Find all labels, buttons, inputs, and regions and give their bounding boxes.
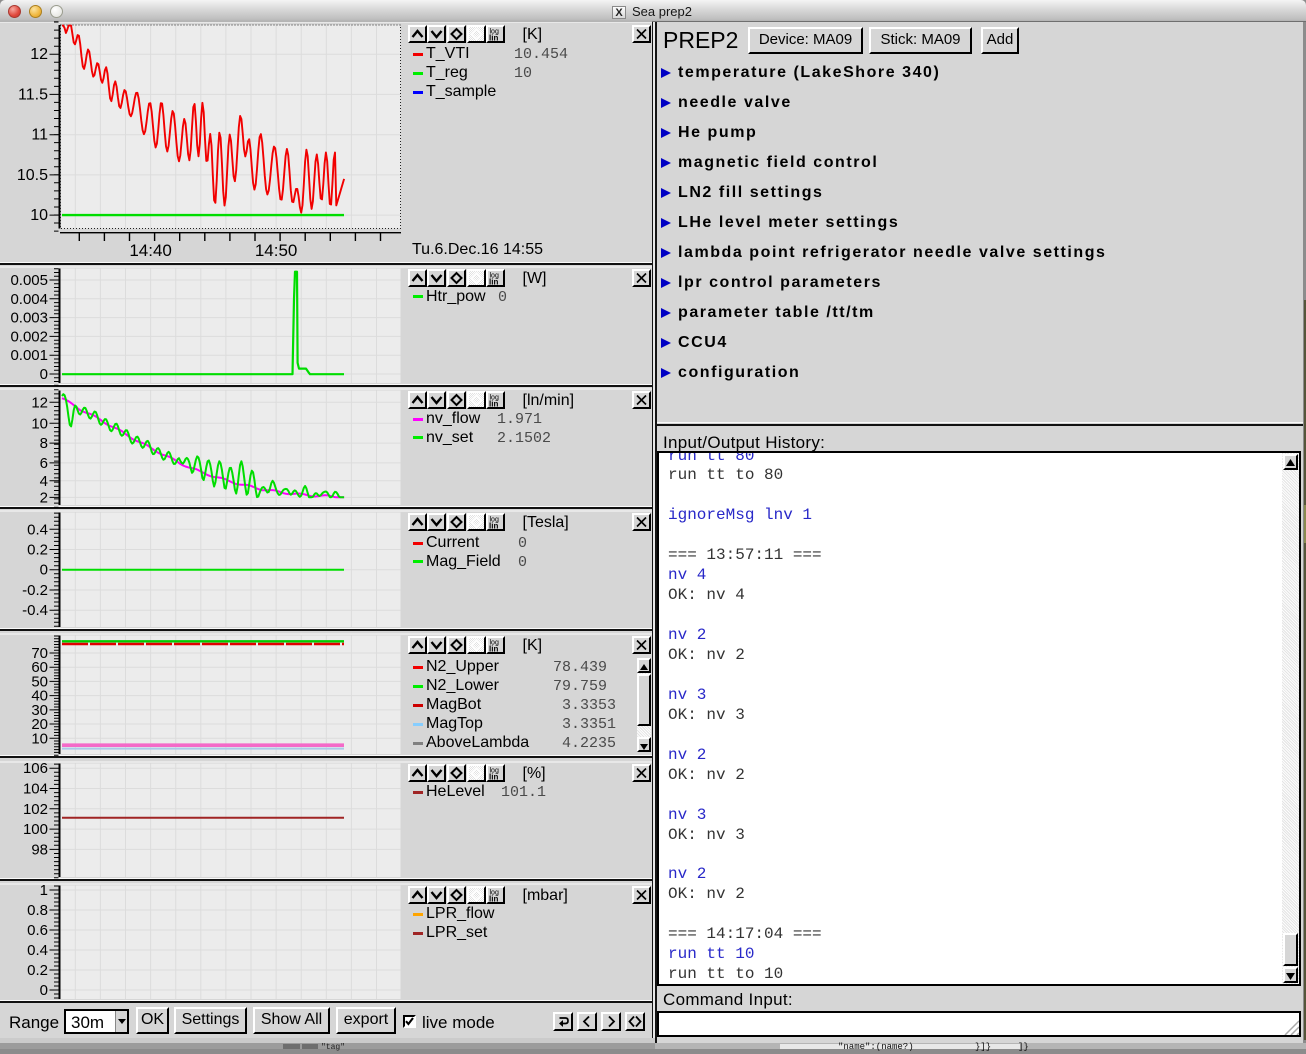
svg-text:4: 4 xyxy=(40,473,48,490)
svg-text:102: 102 xyxy=(23,801,48,818)
svg-text:Tu.6.Dec.16 14:55: Tu.6.Dec.16 14:55 xyxy=(412,241,543,258)
svg-text:-0.2: -0.2 xyxy=(22,582,48,599)
svg-text:0.004: 0.004 xyxy=(10,291,48,308)
svg-text:8: 8 xyxy=(40,435,48,452)
svg-text:0.2: 0.2 xyxy=(27,542,48,559)
svg-text:10: 10 xyxy=(31,415,48,432)
svg-text:100: 100 xyxy=(23,821,48,838)
svg-text:14:40: 14:40 xyxy=(129,241,172,260)
svg-text:lin: lin xyxy=(489,278,498,286)
svg-text:lin: lin xyxy=(489,522,498,530)
svg-text:-0.4: -0.4 xyxy=(22,602,48,619)
svg-text:lin: lin xyxy=(489,895,498,903)
svg-text:12: 12 xyxy=(31,394,48,411)
svg-text:10.5: 10.5 xyxy=(17,167,48,184)
svg-text:lin: lin xyxy=(489,34,498,42)
svg-text:12: 12 xyxy=(30,46,48,63)
svg-text:1: 1 xyxy=(40,882,48,899)
svg-text:0.2: 0.2 xyxy=(27,962,48,979)
svg-text:0: 0 xyxy=(40,562,48,579)
svg-text:11: 11 xyxy=(31,127,48,144)
svg-text:2: 2 xyxy=(40,489,48,506)
svg-text:10: 10 xyxy=(31,730,48,747)
svg-text:0.8: 0.8 xyxy=(27,902,48,919)
svg-text:0.4: 0.4 xyxy=(27,942,48,959)
svg-text:6: 6 xyxy=(40,455,48,472)
svg-text:lin: lin xyxy=(489,399,498,407)
svg-text:11.5: 11.5 xyxy=(18,86,48,103)
svg-text:10: 10 xyxy=(30,207,48,224)
svg-text:lin: lin xyxy=(489,773,498,781)
svg-text:0.001: 0.001 xyxy=(10,347,48,364)
svg-text:0.4: 0.4 xyxy=(27,521,48,538)
svg-text:lin: lin xyxy=(489,644,498,652)
svg-text:104: 104 xyxy=(23,781,48,798)
svg-text:0: 0 xyxy=(40,982,48,999)
svg-text:0.005: 0.005 xyxy=(10,272,48,289)
svg-text:0.6: 0.6 xyxy=(27,922,48,939)
svg-text:106: 106 xyxy=(23,760,48,777)
svg-text:0: 0 xyxy=(40,366,48,383)
svg-text:98: 98 xyxy=(31,841,48,858)
svg-text:0.003: 0.003 xyxy=(10,310,48,327)
svg-text:0.002: 0.002 xyxy=(10,328,48,345)
svg-text:14:50: 14:50 xyxy=(255,241,298,260)
